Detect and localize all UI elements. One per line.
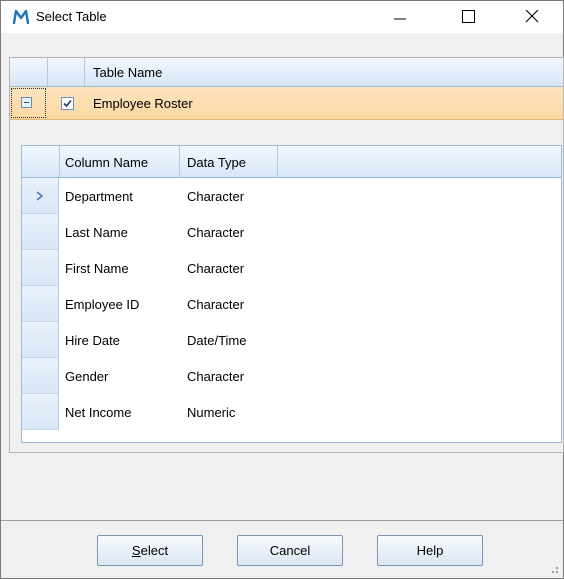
row-selector[interactable] — [22, 322, 59, 358]
column-detail-grid: Column Name Data Type Department Charact… — [21, 145, 562, 443]
column-name-cell[interactable]: Department — [65, 189, 133, 204]
column-name-cell[interactable]: Hire Date — [65, 333, 120, 348]
cancel-button[interactable]: Cancel — [237, 535, 343, 566]
letter-m-icon — [12, 9, 30, 25]
current-row-icon — [36, 191, 44, 201]
row-selector[interactable] — [22, 214, 59, 250]
maximize-button[interactable] — [445, 1, 491, 33]
collapse-icon[interactable] — [21, 97, 32, 108]
row-selector[interactable] — [22, 286, 59, 322]
close-button[interactable] — [509, 1, 555, 33]
minimize-button[interactable] — [377, 1, 423, 33]
close-icon — [525, 10, 539, 23]
data-type-cell[interactable]: Character — [187, 189, 244, 204]
column-name-cell[interactable]: Employee ID — [65, 297, 139, 312]
checkmark-icon — [63, 99, 72, 108]
column-name-cell[interactable]: Gender — [65, 369, 108, 384]
detail-header: Column Name Data Type — [22, 146, 561, 178]
data-type-cell[interactable]: Character — [187, 225, 244, 240]
select-button[interactable]: Select — [97, 535, 203, 566]
header-indicator-cell — [10, 58, 48, 86]
header-checkbox-cell — [47, 58, 85, 86]
row-selector[interactable] — [22, 358, 59, 394]
table-row-employee-roster[interactable]: Employee Roster — [10, 87, 563, 120]
row-selector[interactable] — [22, 250, 59, 286]
select-label: elect — [140, 543, 169, 558]
data-type-cell[interactable]: Date/Time — [187, 333, 246, 348]
help-button[interactable]: Help — [377, 535, 483, 566]
select-accelerator: S — [131, 543, 141, 558]
data-type-cell[interactable]: Character — [187, 297, 244, 312]
table-name: Employee Roster — [93, 96, 193, 111]
table-name-header[interactable]: Table Name — [93, 65, 162, 80]
minimize-icon — [394, 18, 406, 20]
select-table-dialog: Select Table Table Name Employee Roster — [0, 0, 564, 579]
column-name-header[interactable]: Column Name — [65, 155, 148, 170]
table-checkbox[interactable] — [61, 97, 74, 110]
grid-header: Table Name — [10, 58, 563, 87]
column-name-cell[interactable]: Last Name — [65, 225, 128, 240]
table-grid: Table Name Employee Roster Column Name D… — [9, 57, 564, 453]
detail-header-indicator — [22, 146, 60, 177]
data-type-header[interactable]: Data Type — [187, 155, 246, 170]
data-type-cell[interactable]: Character — [187, 261, 244, 276]
data-type-cell[interactable]: Numeric — [187, 405, 235, 420]
window-title: Select Table — [36, 9, 107, 24]
header-divider — [179, 146, 180, 177]
row-selector[interactable] — [22, 178, 59, 214]
column-name-cell[interactable]: Net Income — [65, 405, 131, 420]
row-selector[interactable] — [22, 394, 59, 430]
data-type-cell[interactable]: Character — [187, 369, 244, 384]
header-divider — [277, 146, 278, 177]
title-bar[interactable]: Select Table — [1, 1, 563, 33]
footer-separator — [1, 520, 563, 521]
column-name-cell[interactable]: First Name — [65, 261, 129, 276]
maximize-icon — [462, 10, 475, 23]
resize-grip-icon[interactable] — [541, 556, 561, 576]
